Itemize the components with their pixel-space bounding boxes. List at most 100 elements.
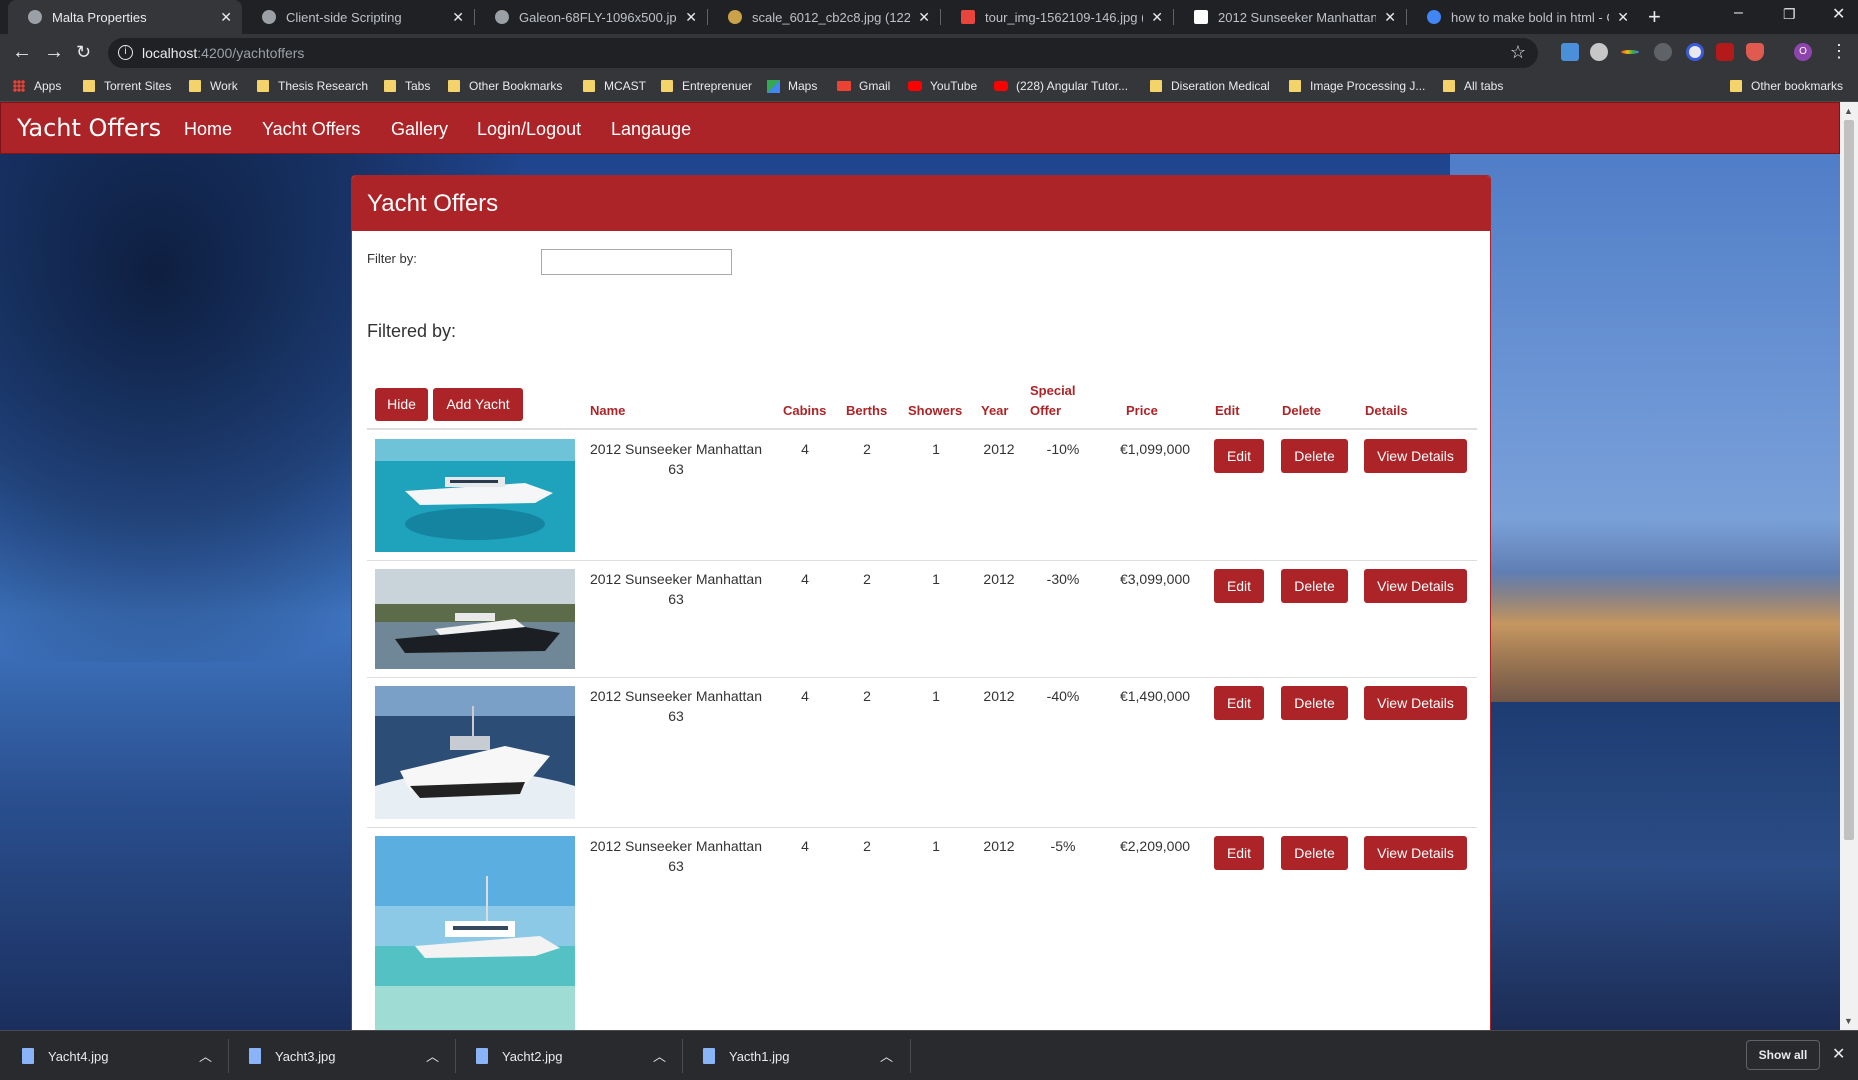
filter-label: Filter by: [367, 251, 417, 266]
tab-tour-image[interactable]: tour_img-1562109-146.jpg (790 ✕ [941, 0, 1173, 34]
download-item[interactable]: Yacth1.jpg ︿ [703, 1031, 893, 1080]
folder-icon [257, 80, 269, 92]
yacht-thumbnail[interactable] [375, 439, 575, 552]
yacht-year: 2012 [983, 441, 1015, 457]
bookmark-apps[interactable]: Apps [13, 79, 61, 93]
yacht-year: 2012 [983, 571, 1015, 587]
reload-icon[interactable]: ↻ [76, 42, 91, 63]
extension-icon[interactable] [1621, 50, 1639, 54]
bookmark-folder[interactable]: Work [189, 79, 238, 93]
edit-button[interactable]: Edit [1214, 686, 1264, 720]
nav-login-logout[interactable]: Login/Logout [477, 119, 581, 140]
yacht-special-offer: -40% [1046, 688, 1080, 704]
edit-button[interactable]: Edit [1214, 836, 1264, 870]
close-window-icon[interactable]: ✕ [1832, 4, 1845, 24]
chevron-up-icon[interactable]: ︿ [880, 1046, 893, 1065]
close-tab-icon[interactable]: ✕ [1151, 9, 1163, 26]
ublock-icon[interactable] [1716, 43, 1734, 61]
panel-title: Yacht Offers [367, 190, 499, 217]
download-separator [228, 1039, 229, 1073]
nav-home[interactable]: Home [184, 119, 232, 140]
bookmark-folder[interactable]: Tabs [384, 79, 430, 93]
close-tab-icon[interactable]: ✕ [1617, 9, 1629, 26]
address-bar[interactable]: i localhost:4200/yachtoffers ☆ [108, 38, 1538, 68]
bookmark-folder[interactable]: Thesis Research [257, 79, 368, 93]
hide-button[interactable]: Hide [375, 388, 428, 421]
shield-icon[interactable] [1746, 43, 1764, 61]
bookmark-maps[interactable]: Maps [767, 79, 817, 93]
filter-input[interactable] [541, 249, 732, 275]
url-text[interactable]: localhost:4200/yachtoffers [142, 45, 304, 61]
yacht-thumbnail[interactable] [375, 686, 575, 819]
brand-logo[interactable]: Yacht Offers [17, 114, 161, 142]
tab-malta-properties[interactable]: Malta Properties ✕ [8, 0, 242, 34]
close-tab-icon[interactable]: ✕ [685, 9, 697, 26]
menu-kebab-icon[interactable]: ⋮ [1830, 41, 1848, 62]
show-all-downloads-button[interactable]: Show all [1746, 1040, 1820, 1070]
edit-button[interactable]: Edit [1214, 439, 1264, 473]
other-bookmarks-folder[interactable]: Other bookmarks [1730, 79, 1843, 93]
extension-icon[interactable] [1686, 43, 1704, 61]
bookmark-star-icon[interactable]: ☆ [1510, 42, 1526, 63]
bookmark-folder[interactable]: Torrent Sites [83, 79, 171, 93]
chevron-up-icon[interactable]: ︿ [653, 1046, 666, 1065]
info-icon[interactable]: i [118, 45, 133, 60]
bookmark-folder[interactable]: Image Processing J... [1289, 79, 1425, 93]
extension-icon[interactable] [1590, 43, 1608, 61]
bookmark-angular-tutorial[interactable]: (228) Angular Tutor... [994, 79, 1128, 93]
yacht-name: 2012 Sunseeker Manhattan 63 [589, 571, 762, 607]
nav-gallery[interactable]: Gallery [391, 119, 448, 140]
close-tab-icon[interactable]: ✕ [220, 9, 232, 26]
download-item[interactable]: Yacht2.jpg ︿ [476, 1031, 666, 1080]
yacht-name: 2012 Sunseeker Manhattan 63 [589, 441, 762, 477]
close-downloads-icon[interactable]: ✕ [1832, 1044, 1845, 1064]
bookmark-folder[interactable]: Entreprenuer [661, 79, 752, 93]
bookmark-gmail[interactable]: Gmail [837, 79, 890, 93]
bookmark-folder[interactable]: MCAST [583, 79, 646, 93]
download-item[interactable]: Yacht3.jpg ︿ [249, 1031, 439, 1080]
view-details-button[interactable]: View Details [1364, 439, 1467, 473]
close-tab-icon[interactable]: ✕ [452, 9, 464, 26]
minimize-icon[interactable]: – [1734, 4, 1743, 22]
close-tab-icon[interactable]: ✕ [1384, 9, 1396, 26]
page-scrollbar[interactable]: ▲ ▼ [1840, 102, 1858, 1030]
scroll-down-arrow-icon[interactable]: ▼ [1844, 1016, 1853, 1026]
tab-galeon-image[interactable]: Galeon-68FLY-1096x500.jpg (10 ✕ [475, 0, 707, 34]
bookmark-folder[interactable]: Diseration Medical [1150, 79, 1270, 93]
delete-button[interactable]: Delete [1281, 439, 1348, 473]
tab-scale-image[interactable]: scale_6012_cb2c8.jpg (1228×61 ✕ [708, 0, 940, 34]
delete-button[interactable]: Delete [1281, 569, 1348, 603]
delete-button[interactable]: Delete [1281, 686, 1348, 720]
yacht-thumbnail[interactable] [375, 569, 575, 669]
yacht-name: 2012 Sunseeker Manhattan 63 [589, 688, 762, 724]
extension-icon[interactable] [1561, 43, 1579, 61]
view-details-button[interactable]: View Details [1364, 686, 1467, 720]
restore-icon[interactable]: ❐ [1783, 6, 1796, 23]
profile-avatar[interactable]: O [1794, 43, 1812, 61]
bookmark-folder[interactable]: All tabs [1443, 79, 1503, 93]
scrollbar-thumb[interactable] [1844, 120, 1854, 840]
download-item[interactable]: Yacht4.jpg ︿ [22, 1031, 212, 1080]
tab-client-side-scripting[interactable]: Client-side Scripting ✕ [242, 0, 474, 34]
bookmark-folder[interactable]: Other Bookmarks [448, 79, 562, 93]
yacht-thumbnail[interactable] [375, 836, 575, 1030]
view-details-button[interactable]: View Details [1364, 569, 1467, 603]
delete-button[interactable]: Delete [1281, 836, 1348, 870]
forward-arrow-icon[interactable]: → [44, 41, 64, 64]
back-arrow-icon[interactable]: ← [12, 41, 32, 64]
bookmark-youtube[interactable]: YouTube [908, 79, 977, 93]
add-yacht-button[interactable]: Add Yacht [433, 388, 523, 421]
close-tab-icon[interactable]: ✕ [918, 9, 930, 26]
extension-icon[interactable] [1654, 43, 1672, 61]
chevron-up-icon[interactable]: ︿ [199, 1046, 212, 1065]
edit-button[interactable]: Edit [1214, 569, 1264, 603]
nav-language[interactable]: Langauge [611, 119, 691, 140]
tab-google-search[interactable]: how to make bold in html - Goo ✕ [1407, 0, 1639, 34]
view-details-button[interactable]: View Details [1364, 836, 1467, 870]
nav-yacht-offers[interactable]: Yacht Offers [262, 119, 360, 140]
scroll-up-arrow-icon[interactable]: ▲ [1844, 106, 1853, 116]
new-tab-button[interactable]: + [1648, 4, 1661, 30]
chevron-up-icon[interactable]: ︿ [426, 1046, 439, 1065]
tab-sunseeker[interactable]: 2012 Sunseeker Manhattan 63 F ✕ [1174, 0, 1406, 34]
downloads-shelf: Yacht4.jpg ︿ Yacht3.jpg ︿ Yacht2.jpg ︿ Y… [0, 1030, 1858, 1080]
